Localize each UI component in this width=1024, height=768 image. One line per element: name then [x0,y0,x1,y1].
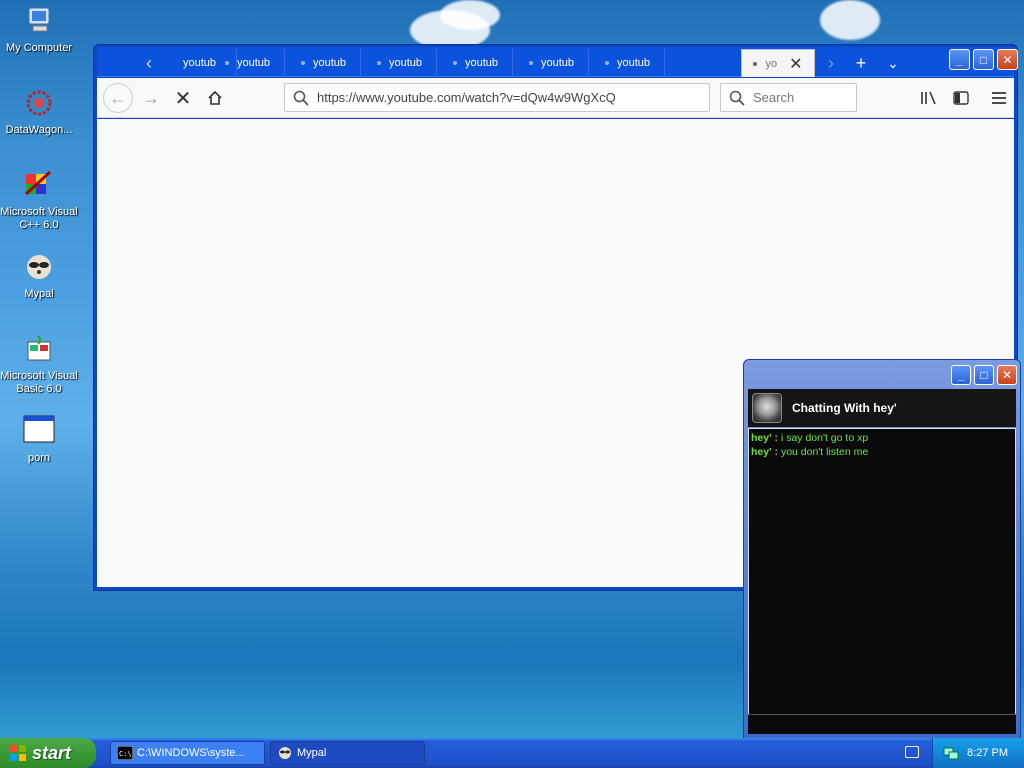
desktop-icon-label: Microsoft Visual Basic 6.0 [0,370,78,395]
application-icon [22,414,56,448]
desktop-icon-label: Microsoft Visual C++ 6.0 [0,206,78,231]
message-sender: hey' : [751,446,779,458]
visual-cpp-icon [22,168,56,202]
message-sender: hey' : [751,432,779,444]
start-label: start [32,742,72,763]
message-text: you don't listen me [780,446,869,458]
clock[interactable]: 8:27 PM [967,747,1008,759]
chat-title: Chatting With hey' [792,401,897,415]
new-tab-button[interactable]: + [847,51,875,75]
home-button[interactable] [201,86,229,110]
sidebar-icon [953,91,969,105]
taskbar: start C:\ C:\WINDOWS\syste... Mypal 8:27… [0,738,1024,768]
hamburger-menu-icon [992,92,1006,104]
forward-button[interactable]: → [137,86,165,110]
desktop-icon-label: My Computer [5,42,73,54]
chat-input[interactable] [748,714,1016,734]
desktop-icon-porn[interactable]: porn [0,414,78,465]
desktop-icon-label: porn [27,452,51,464]
mypal-icon [22,250,56,284]
maximize-button[interactable]: □ [973,49,994,70]
url-text: https://www.youtube.com/watch?v=dQw4w9Wg… [317,90,616,105]
favicon-icon [452,61,457,65]
tab-list-button[interactable]: ⌄ [879,51,907,75]
library-icon [921,91,936,105]
menu-button[interactable] [985,86,1013,110]
tab[interactable]: youtub [363,49,437,77]
sidebar-button[interactable] [947,86,975,110]
favicon-icon [376,61,381,65]
task-label: Mypal [297,747,327,759]
chat-messages: hey' : i say don't go to xp hey' : you d… [748,428,1016,715]
search-box[interactable]: Search [720,83,857,112]
mypal-icon [279,747,291,759]
network-icon[interactable] [943,745,959,761]
datawagon-icon [22,86,56,120]
chat-header: Chatting With hey' [748,389,1016,427]
tab-label: youtub [464,57,499,69]
close-window-button[interactable]: ✕ [997,49,1018,70]
desktop-icon-visual-cpp[interactable]: Microsoft Visual C++ 6.0 [0,168,78,232]
favicon-icon [300,61,305,65]
avatar [752,393,782,423]
home-icon [208,90,222,105]
tab-label: youtub [540,57,575,69]
taskbar-item-mypal[interactable]: Mypal [270,741,425,765]
svg-text:C:\: C:\ [119,750,132,758]
tab-active[interactable]: yo ✕ [741,49,815,77]
url-bar[interactable]: https://www.youtube.com/watch?v=dQw4w9Wg… [284,83,710,112]
tab-scroll-right-button[interactable]: › [817,51,845,75]
library-button[interactable] [915,86,943,110]
minimize-button[interactable]: _ [949,49,970,70]
chat-message: hey' : you don't listen me [751,445,1013,459]
chat-maximize-button[interactable]: □ [974,365,994,385]
tab-label: youtub [616,57,651,69]
favicon-icon [604,61,609,65]
chat-window: _ □ ✕ Chatting With hey' hey' : i say do… [743,359,1021,739]
back-button[interactable]: ← [103,83,133,113]
task-label: C:\WINDOWS\syste... [137,747,245,759]
tab[interactable]: youtub [439,49,513,77]
favicon-icon [528,61,533,65]
desktop-icon-mypal[interactable]: Mypal [0,250,78,301]
tab-label: youtub [312,57,347,69]
search-icon [729,90,745,106]
desktop-icon-label: DataWagon... [5,124,73,136]
taskbar-item-cmd[interactable]: C:\ C:\WINDOWS\syste... [110,741,265,765]
tab[interactable]: youtub [515,49,589,77]
chat-close-button[interactable]: ✕ [997,365,1017,385]
close-tab-icon[interactable]: ✕ [789,54,802,74]
tab-label: youtub [236,57,271,69]
visual-basic-icon [22,332,56,366]
chat-titlebar[interactable]: _ □ ✕ [744,360,1020,389]
desktop-icon-my-computer[interactable]: My Computer [0,4,78,55]
start-button[interactable]: start [0,738,96,768]
keyboard-icon[interactable] [905,746,919,758]
tab[interactable]: youtub [287,49,361,77]
stop-loading-button[interactable]: ✕ [169,86,197,110]
desktop-icon-visual-basic[interactable]: Microsoft Visual Basic 6.0 [0,332,78,396]
search-icon [293,90,309,106]
tab[interactable]: youtub [211,49,285,77]
system-tray: 8:27 PM [932,738,1024,768]
search-placeholder: Search [753,90,795,105]
tab-scroll-left-button[interactable]: ‹ [135,51,163,75]
desktop-icon-label: Mypal [24,288,54,300]
favicon-icon [753,61,758,66]
my-computer-icon [22,4,56,38]
windows-logo-icon [10,745,26,761]
navigation-toolbar: ← → ✕ https://www.youtube.com/watch?v=dQ… [97,78,1014,118]
desktop-icon-datawagon[interactable]: DataWagon... [0,86,78,137]
favicon-icon [224,61,229,65]
tab[interactable]: youtub [591,49,665,77]
cmd-icon: C:\ [117,746,133,760]
message-text: i say don't go to xp [780,432,869,444]
chat-message: hey' : i say don't go to xp [751,431,1013,445]
tab-bar: ‹ youtub youtub youtub youtub youtub you… [97,47,1018,77]
chat-minimize-button[interactable]: _ [951,365,971,385]
tab-label: yo [765,57,778,70]
tab-label: youtub [388,57,423,69]
